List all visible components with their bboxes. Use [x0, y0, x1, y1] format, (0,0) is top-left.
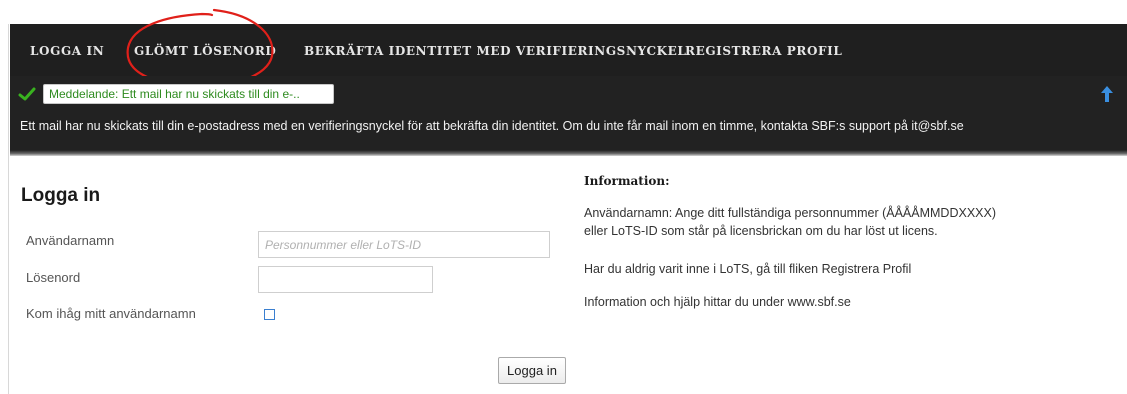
- nav-bekrafta-identitet[interactable]: BEKRÄFTA IDENTITET MED VERIFIERINGSNYCKE…: [304, 44, 686, 58]
- info-line-2: eller LoTS-ID som står på licensbrickan …: [584, 224, 938, 238]
- top-nav: LOGGA IN GLÖMT LÖSENORD BEKRÄFTA IDENTIT…: [10, 24, 1127, 76]
- info-line-4: Information och hjälp hittar du under ww…: [584, 295, 851, 309]
- left-border: [8, 24, 9, 394]
- nav-logga-in[interactable]: LOGGA IN: [30, 44, 104, 58]
- notice-badge: Meddelande: Ett mail har nu skickats til…: [43, 84, 334, 104]
- login-button[interactable]: Logga in: [498, 357, 566, 384]
- password-input[interactable]: [258, 266, 433, 293]
- nav-glomt-losenord[interactable]: GLÖMT LÖSENORD: [134, 44, 276, 58]
- arrow-up-icon[interactable]: [1100, 85, 1114, 103]
- message-bar-shadow: [10, 150, 1127, 156]
- page: LOGGA IN GLÖMT LÖSENORD BEKRÄFTA IDENTIT…: [0, 0, 1127, 394]
- remember-checkbox[interactable]: [264, 309, 275, 320]
- username-label: Användarnamn: [26, 233, 115, 248]
- username-input[interactable]: [258, 231, 550, 258]
- nav-registrera-profil[interactable]: REGISTRERA PROFIL: [685, 44, 842, 58]
- password-label: Lösenord: [26, 270, 81, 285]
- info-title: Information:: [584, 174, 670, 188]
- login-title: Logga in: [21, 185, 101, 206]
- info-line-3: Har du aldrig varit inne i LoTS, gå till…: [584, 262, 912, 276]
- info-line-1: Användarnamn: Ange ditt fullständiga per…: [584, 206, 996, 220]
- remember-label: Kom ihåg mitt användarnamn: [26, 306, 196, 321]
- message-text: Ett mail har nu skickats till din e-post…: [20, 119, 964, 133]
- check-icon: [18, 87, 36, 101]
